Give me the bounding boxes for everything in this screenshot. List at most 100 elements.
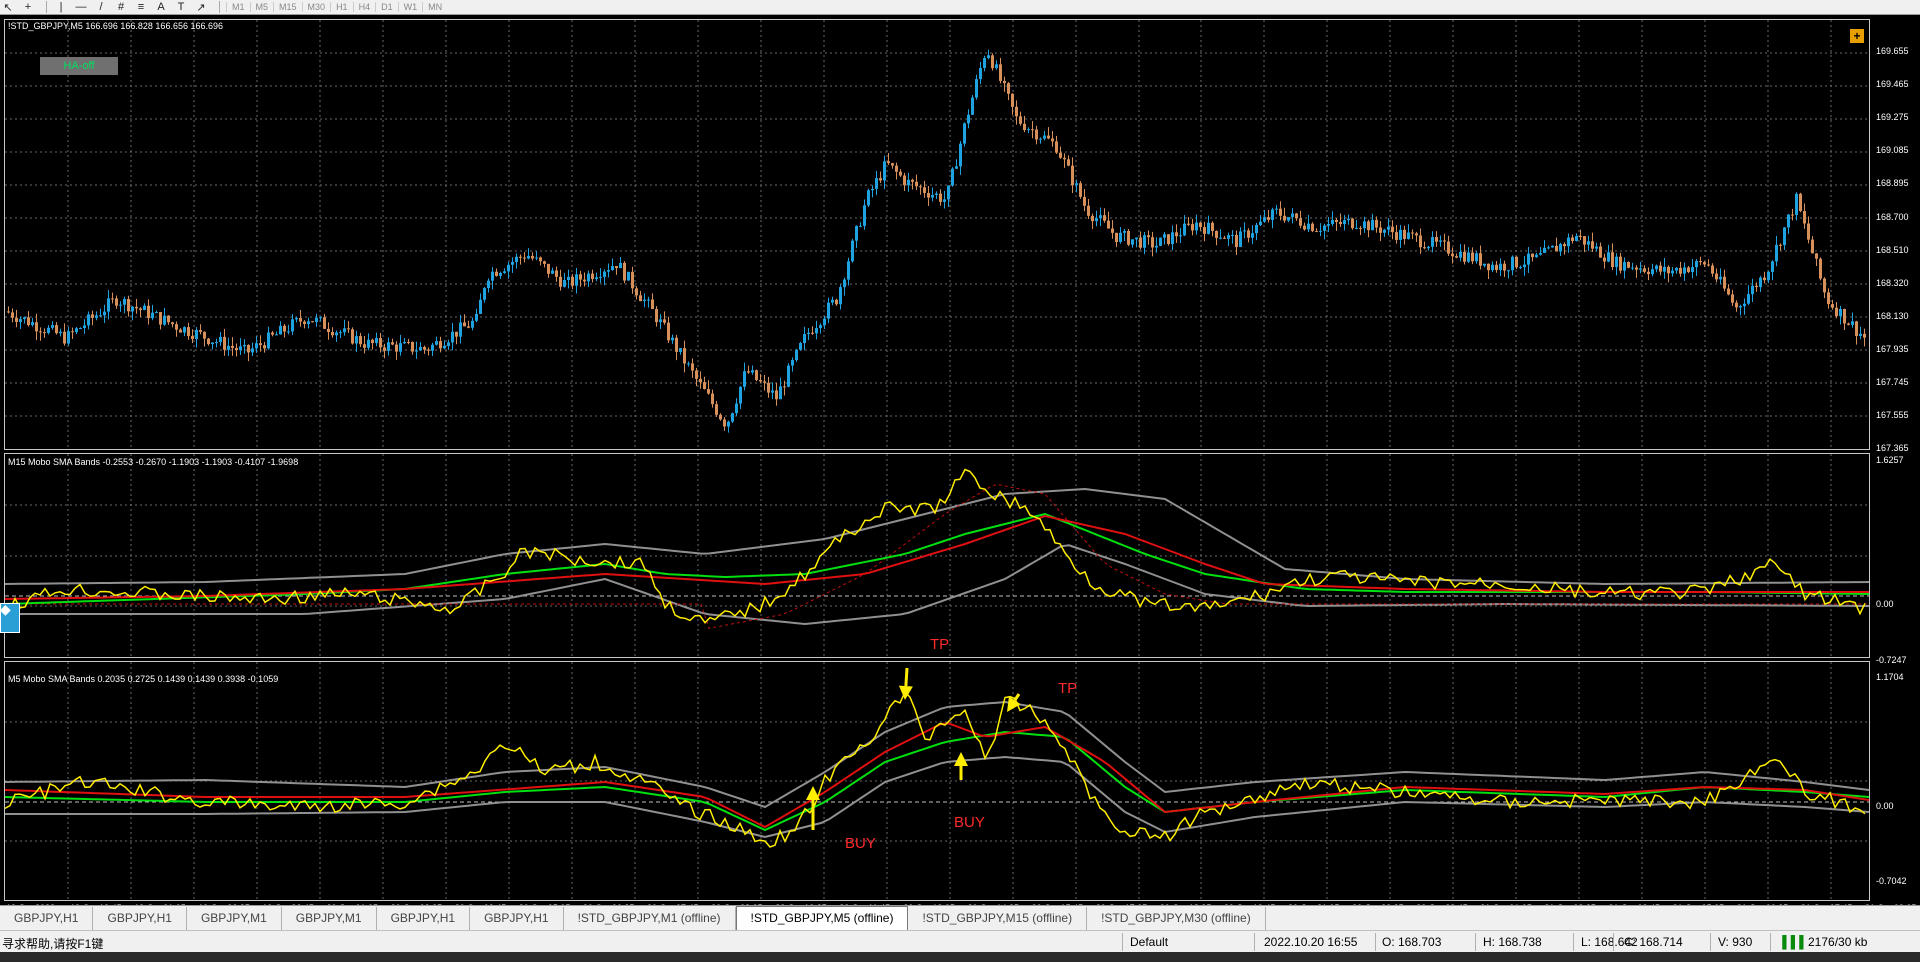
chart-tab[interactable]: !STD_GBPJPY,M30 (offline)	[1087, 907, 1266, 930]
timeframe-button[interactable]: MN	[422, 2, 447, 12]
candle-body	[399, 343, 402, 352]
m5-axis-zero: 0.00	[1876, 801, 1894, 811]
crosshair-icon[interactable]: +	[20, 1, 36, 14]
candle-body	[679, 348, 682, 352]
horizontal-line-icon[interactable]: —	[73, 1, 89, 14]
status-divider	[1573, 933, 1574, 951]
candle-body	[807, 332, 810, 335]
candle-body	[1011, 93, 1014, 107]
channel-icon[interactable]: #	[113, 1, 129, 14]
candle-body	[703, 382, 706, 390]
m5-indicator-chart[interactable]	[5, 662, 1869, 900]
candle-body	[231, 345, 234, 348]
chart-tab[interactable]: GBPJPY,H1	[93, 907, 187, 930]
candle-body	[107, 298, 110, 312]
chart-tab[interactable]: GBPJPY,H1	[470, 907, 564, 930]
arrows-icon[interactable]: ↗	[193, 1, 209, 14]
timeframe-button[interactable]: W1	[397, 2, 423, 12]
candle-body	[1391, 226, 1394, 233]
signal-arrow-head	[806, 786, 820, 800]
fibonacci-icon[interactable]: ≡	[133, 1, 149, 14]
candle-body	[343, 328, 346, 333]
candle-body	[1807, 223, 1810, 240]
candle-body	[1243, 230, 1246, 232]
text-icon[interactable]: A	[153, 1, 169, 14]
m15-indicator-chart[interactable]	[5, 454, 1869, 657]
candle-body	[819, 325, 822, 329]
candle-body	[1703, 262, 1706, 265]
candle-body	[403, 341, 406, 344]
candle-body	[319, 317, 322, 319]
candle-body	[1699, 261, 1702, 263]
candle-body	[967, 114, 970, 124]
candle-body	[799, 343, 802, 350]
price-axis-label: 169.655	[1876, 46, 1909, 56]
candle-body	[695, 370, 698, 379]
candle-body	[911, 179, 914, 182]
candle-body	[923, 187, 926, 193]
timeframe-button[interactable]: D1	[375, 2, 398, 12]
chart-tab[interactable]: GBPJPY,M1	[282, 907, 377, 930]
candle-body	[1339, 221, 1342, 225]
candle-body	[671, 337, 674, 341]
candle-body	[495, 271, 498, 276]
candle-body	[1443, 240, 1446, 242]
candle-body	[1319, 230, 1322, 232]
trendline-icon[interactable]: /	[93, 1, 109, 14]
candle-body	[963, 123, 966, 144]
candle-body	[1651, 269, 1654, 275]
candle-body	[1499, 263, 1502, 271]
chart-tab[interactable]: GBPJPY,H1	[0, 907, 94, 930]
timeframe-button[interactable]: M15	[273, 2, 302, 12]
candle-body	[19, 318, 22, 322]
timeframe-button[interactable]: M5	[249, 2, 274, 12]
add-icon[interactable]: +	[1850, 29, 1864, 43]
candle-body	[255, 343, 258, 349]
candle-body	[1259, 221, 1262, 225]
candle-body	[811, 332, 814, 334]
text-label-icon[interactable]: T	[173, 1, 189, 14]
chart-tab[interactable]: !STD_GBPJPY,M1 (offline)	[564, 907, 736, 930]
timeframe-button[interactable]: H1	[330, 2, 353, 12]
candle-body	[1247, 230, 1250, 238]
candle-body	[1467, 252, 1470, 262]
ha-toggle-button[interactable]: HA-off	[40, 57, 118, 75]
candle-body	[1575, 236, 1578, 241]
chart-tab[interactable]: GBPJPY,H1	[377, 907, 471, 930]
candle-body	[1127, 230, 1130, 245]
timeframe-button[interactable]: H4	[352, 2, 376, 12]
price-chart[interactable]	[5, 20, 1869, 449]
signal-arrow-shaft	[904, 667, 909, 687]
candle-body	[1359, 227, 1362, 229]
candle-body	[375, 338, 378, 344]
candle-body	[847, 261, 850, 280]
candle-body	[1307, 223, 1310, 230]
chart-tab-active[interactable]: !STD_GBPJPY,M5 (offline)	[735, 906, 909, 930]
timeframe-button[interactable]: M30	[301, 2, 331, 12]
candle-body	[1839, 308, 1842, 317]
candle-body	[1067, 159, 1070, 166]
chart-window[interactable]: !STD_GBPJPY,M5 166.696 166.828 166.656 1…	[0, 15, 1920, 913]
timeframe-button[interactable]: M1	[226, 2, 250, 12]
candle-body	[1071, 165, 1074, 186]
candle-body	[339, 332, 342, 334]
candle-body	[1427, 246, 1430, 249]
cursor-icon[interactable]: ↖	[0, 1, 16, 14]
candle-body	[1279, 208, 1282, 216]
price-pane[interactable]	[4, 19, 1870, 450]
candle-body	[115, 298, 118, 306]
price-axis-label: 169.085	[1876, 145, 1909, 156]
candle-body	[379, 338, 382, 348]
chart-tab[interactable]: !STD_GBPJPY,M15 (offline)	[908, 907, 1088, 930]
m15-indicator-pane[interactable]	[4, 453, 1870, 658]
chart-tab[interactable]: GBPJPY,M1	[187, 907, 282, 930]
m5-indicator-pane[interactable]	[4, 661, 1870, 901]
vertical-line-icon[interactable]: |	[53, 1, 69, 14]
candle-body	[1535, 254, 1538, 258]
candle-body	[31, 322, 34, 326]
candle-body	[1863, 333, 1866, 338]
candle-body	[887, 161, 890, 164]
candle-body	[551, 270, 554, 274]
m15-axis-max: 1.6257	[1876, 455, 1904, 465]
candle-body	[191, 336, 194, 340]
